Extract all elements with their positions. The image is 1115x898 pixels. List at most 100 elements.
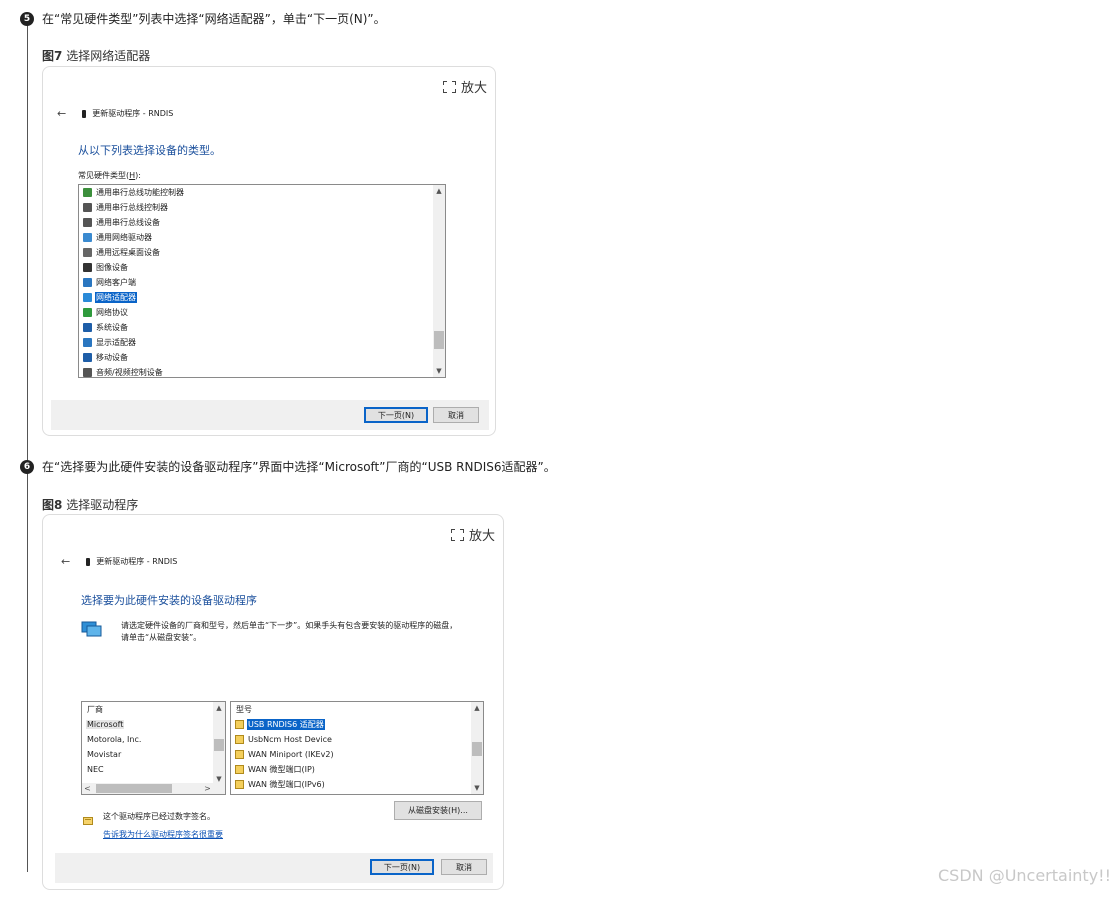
hardware-type-item[interactable]: 移动设备 [79,350,445,365]
hardware-type-label: 显示适配器 [96,338,136,347]
hardware-type-item[interactable]: 通用网络驱动器 [79,230,445,245]
hardware-type-item[interactable]: 通用串行总线设备 [79,215,445,230]
step-number-badge: 6 [20,460,34,474]
scroll-left-icon[interactable]: < [82,783,93,794]
cancel-button[interactable]: 取消 [441,859,487,875]
driver-icon [235,720,244,729]
window-title: 更新驱动程序 - RNDIS [92,109,174,118]
model-list[interactable]: 型号 USB RNDIS6 适配器 UsbNcm Host Device WAN M… [230,701,484,795]
figure-label: 图8 [42,498,63,512]
model-item[interactable]: UsbNcm Host Device [231,732,483,747]
model-label: WAN 微型端口(IPv6) [248,780,325,789]
scroll-up-icon[interactable]: ▲ [213,702,225,714]
hardware-type-label: 常见硬件类型(H): [78,171,141,180]
device-icon [86,557,91,566]
model-label: UsbNcm Host Device [248,735,332,744]
model-scrollbar[interactable]: ▲ ▼ [471,702,483,794]
zoom-label: 放大 [468,529,495,544]
hardware-type-item[interactable]: 通用串行总线功能控制器 [79,185,445,200]
zoom-button[interactable]: 放大 [450,525,495,544]
scrollbar-thumb[interactable] [434,331,444,349]
hardware-type-item[interactable]: 系统设备 [79,320,445,335]
device-icon [82,109,87,118]
window-header: ← 更新驱动程序 - RNDIS [57,107,173,120]
hardware-type-item[interactable]: 音频/视频控制设备 [79,365,445,377]
hardware-type-label: 网络协议 [96,308,128,317]
hardware-type-label: 通用网络驱动器 [96,233,152,242]
step-instruction: 在“选择要为此硬件安装的设备驱动程序”界面中选择“Microsoft”厂商的“U… [42,460,556,474]
audio-icon [83,368,92,377]
vendor-label: Microsoft [86,720,125,729]
system-device-icon [83,323,92,332]
network-client-icon [83,278,92,287]
usb-icon [83,203,92,212]
figure-title: 选择驱动程序 [66,498,139,512]
back-arrow-icon[interactable]: ← [61,555,70,568]
expand-icon [450,528,464,541]
hardware-type-item[interactable]: 显示适配器 [79,335,445,350]
driver-icon [235,780,244,789]
usb-function-icon [83,188,92,197]
wizard-heading: 从以下列表选择设备的类型。 [78,144,221,157]
wizard-footer: 下一页(N) 取消 [55,853,493,883]
driver-icon [235,765,244,774]
wizard-heading: 选择要为此硬件安装的设备驱动程序 [81,594,257,607]
scroll-down-icon[interactable]: ▼ [471,782,483,794]
driver-icon [235,735,244,744]
vendor-hscrollbar[interactable]: < > [82,783,225,794]
network-drive-icon [83,233,92,242]
hardware-type-label: 网络客户端 [96,278,136,287]
usb-icon [83,218,92,227]
hardware-type-label: 移动设备 [96,353,128,362]
vendor-list-header: 厂商 [87,705,103,714]
model-label: USB RNDIS6 适配器 [247,719,325,730]
hardware-type-label: 图像设备 [96,263,128,272]
model-item[interactable]: USB RNDIS6 适配器 [231,717,483,732]
signed-driver-icon [83,811,93,825]
hardware-type-item[interactable]: 网络客户端 [79,275,445,290]
list-scrollbar[interactable]: ▲ ▼ [433,185,445,377]
model-label: WAN 微型端口(IP) [248,765,315,774]
window-header: ← 更新驱动程序 - RNDIS [61,555,177,568]
vendor-item[interactable]: Microsoft [82,717,225,732]
hardware-type-item[interactable]: 网络适配器 [79,290,445,305]
scroll-up-icon[interactable]: ▲ [471,702,483,714]
model-item[interactable]: WAN 微型端口(IP) [231,762,483,777]
vendor-scrollbar[interactable]: ▲ ▼ [213,702,225,785]
vendor-item[interactable]: NEC [82,762,225,777]
cancel-button[interactable]: 取消 [433,407,479,423]
hardware-type-label: 系统设备 [96,323,128,332]
next-button[interactable]: 下一页(N) [370,859,434,875]
hardware-type-label: 网络适配器 [95,292,137,303]
model-item[interactable]: WAN 微型端口(IPv6) [231,777,483,792]
vendor-list[interactable]: 厂商 Microsoft Motorola, Inc. Movistar NEC ▲ … [81,701,226,795]
hardware-type-item[interactable]: 网络协议 [79,305,445,320]
hardware-type-label: 通用串行总线控制器 [96,203,168,212]
signing-info-link[interactable]: 告诉我为什么驱动程序签名很重要 [103,829,223,840]
hardware-type-item[interactable]: 通用串行总线控制器 [79,200,445,215]
vendor-item[interactable]: Movistar [82,747,225,762]
zoom-label: 放大 [460,81,487,96]
scrollbar-thumb[interactable] [214,739,224,751]
next-button[interactable]: 下一页(N) [364,407,428,423]
back-arrow-icon[interactable]: ← [57,107,66,120]
remote-desktop-icon [83,248,92,257]
description-line-1: 请选定硬件设备的厂商和型号，然后单击“下一步”。如果手头有包含要安装的驱动程序的… [121,621,458,630]
scroll-up-icon[interactable]: ▲ [433,185,445,197]
hardware-type-item[interactable]: 图像设备 [79,260,445,275]
vendor-label: Movistar [87,750,122,759]
model-list-header: 型号 [236,705,252,714]
hardware-type-list[interactable]: 通用串行总线功能控制器通用串行总线控制器通用串行总线设备通用网络驱动器 通用远程桌… [78,184,446,378]
scroll-down-icon[interactable]: ▼ [433,365,445,377]
have-disk-button[interactable]: 从磁盘安装(H)... [394,801,482,820]
hardware-type-label: 通用远程桌面设备 [96,248,160,257]
scrollbar-thumb[interactable] [96,784,172,793]
model-item[interactable]: WAN Miniport (IKEv2) [231,747,483,762]
vendor-label: NEC [87,765,104,774]
scroll-right-icon[interactable]: > [202,783,213,794]
watermark: CSDN @Uncertainty!! [937,866,1111,885]
zoom-button[interactable]: 放大 [442,77,487,96]
hardware-type-item[interactable]: 通用远程桌面设备 [79,245,445,260]
vendor-item[interactable]: Motorola, Inc. [82,732,225,747]
scrollbar-thumb[interactable] [472,742,482,756]
